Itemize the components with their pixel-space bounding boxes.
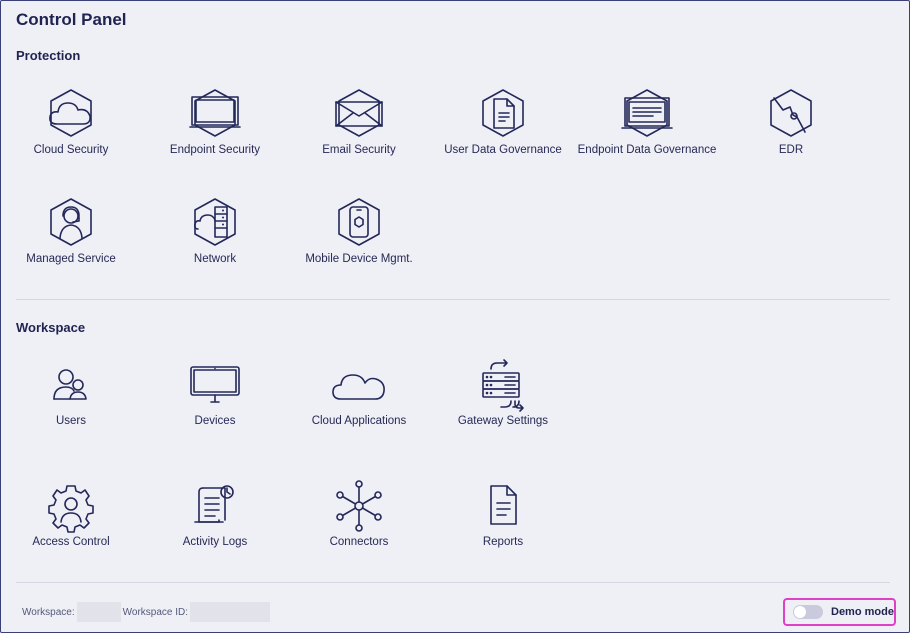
tile-label: EDR xyxy=(778,144,804,156)
toggle-switch[interactable] xyxy=(793,605,823,619)
section-title-workspace: Workspace xyxy=(16,320,86,335)
tile-label: Devices xyxy=(194,415,236,427)
tile-email-security[interactable]: Email Security xyxy=(287,86,431,156)
tile-user-data-governance[interactable]: User Data Governance xyxy=(431,86,575,156)
tile-endpoint-data-governance[interactable]: Endpoint Data Governance xyxy=(575,86,719,156)
tile-cloud-security[interactable]: Cloud Security xyxy=(0,86,143,156)
tile-label: Users xyxy=(55,415,87,427)
divider xyxy=(16,582,890,583)
tile-access-control[interactable]: Access Control xyxy=(0,478,143,548)
gateway-icon xyxy=(475,357,531,413)
tile-cloud-applications[interactable]: Cloud Applications xyxy=(287,357,431,427)
tile-activity-logs[interactable]: Activity Logs xyxy=(143,478,287,548)
workspace-label: Workspace: xyxy=(22,606,75,618)
tile-label: Reports xyxy=(482,536,524,548)
toggle-knob xyxy=(794,606,806,618)
tile-label: Managed Service xyxy=(26,253,116,265)
activity-logs-icon xyxy=(187,478,243,534)
workspace-id-value-redacted xyxy=(190,602,271,622)
reports-icon xyxy=(475,478,531,534)
connectors-icon xyxy=(331,478,387,534)
tile-label: Access Control xyxy=(32,536,110,548)
demo-mode-toggle[interactable]: Demo mode xyxy=(783,598,896,626)
tile-label: Cloud Applications xyxy=(311,415,407,427)
email-security-icon xyxy=(331,86,387,142)
users-icon xyxy=(43,357,99,413)
edr-icon xyxy=(763,86,819,142)
endpoint-security-icon xyxy=(187,86,243,142)
tile-label: Connectors xyxy=(329,536,389,548)
tile-gateway-settings[interactable]: Gateway Settings xyxy=(431,357,575,427)
tile-endpoint-security[interactable]: Endpoint Security xyxy=(143,86,287,156)
managed-service-icon xyxy=(43,195,99,251)
user-data-governance-icon xyxy=(475,86,531,142)
devices-icon xyxy=(187,357,243,413)
access-control-icon xyxy=(43,478,99,534)
page-title: Control Panel xyxy=(16,10,127,29)
tile-label: Mobile Device Mgmt. xyxy=(305,253,413,265)
tile-connectors[interactable]: Connectors xyxy=(287,478,431,548)
cloud-icon xyxy=(331,357,387,413)
tile-label: Endpoint Data Governance xyxy=(577,144,717,156)
tile-label: Email Security xyxy=(322,144,396,156)
tile-devices[interactable]: Devices xyxy=(143,357,287,427)
cloud-security-icon xyxy=(43,86,99,142)
demo-mode-label: Demo mode xyxy=(831,606,894,618)
mobile-device-icon xyxy=(331,195,387,251)
workspace-value-redacted xyxy=(76,602,121,622)
tile-label: Endpoint Security xyxy=(169,144,261,156)
network-icon xyxy=(187,195,243,251)
tile-managed-service[interactable]: Managed Service xyxy=(0,195,143,265)
section-title-protection: Protection xyxy=(16,48,81,63)
tile-users[interactable]: Users xyxy=(0,357,143,427)
tile-label: Activity Logs xyxy=(182,536,248,548)
endpoint-data-governance-icon xyxy=(619,86,675,142)
tile-edr[interactable]: EDR xyxy=(719,86,863,156)
tile-network[interactable]: Network xyxy=(143,195,287,265)
tile-mobile-device-mgmt[interactable]: Mobile Device Mgmt. xyxy=(287,195,431,265)
workspace-id-label: Workspace ID: xyxy=(122,606,189,618)
tile-label: Gateway Settings xyxy=(457,415,549,427)
divider xyxy=(16,299,890,300)
tile-label: Network xyxy=(193,253,237,265)
footer-info: Workspace: Workspace ID: xyxy=(22,602,272,622)
tile-label: User Data Governance xyxy=(444,144,562,156)
tile-label: Cloud Security xyxy=(33,144,109,156)
tile-reports[interactable]: Reports xyxy=(431,478,575,548)
